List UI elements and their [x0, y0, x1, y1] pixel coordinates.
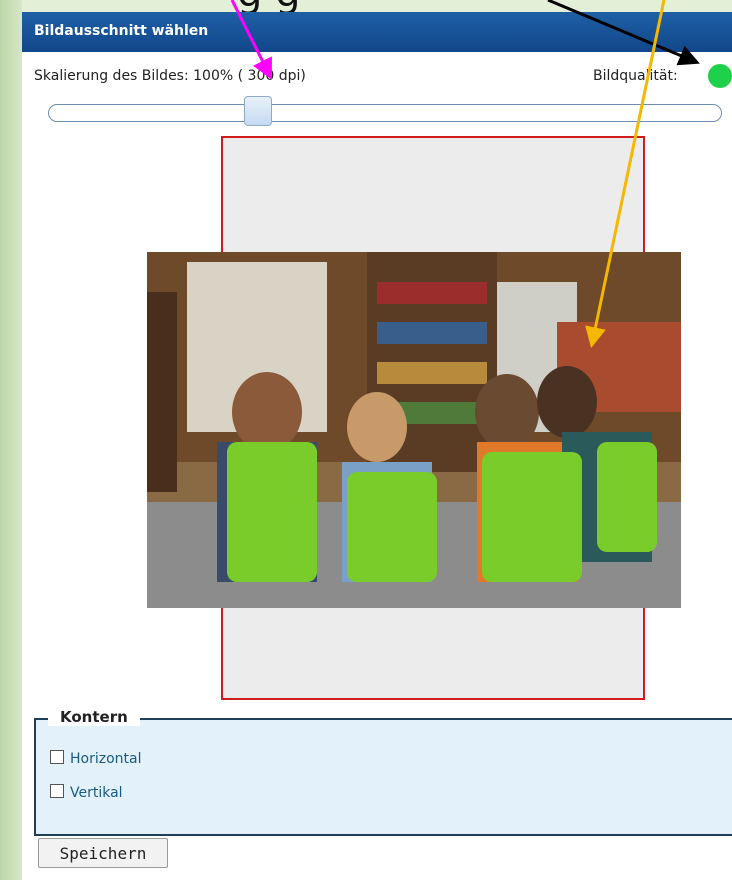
scale-label: Skalierung des Bildes: 100% ( 300 dpi) [34, 68, 306, 84]
annotation-area: g g [22, 0, 732, 16]
horizontal-label: Horizontal [70, 751, 142, 767]
crop-dialog: Bildausschnitt wählen Skalierung des Bil… [22, 12, 732, 880]
horizontal-checkbox[interactable] [50, 750, 64, 764]
vertical-label: Vertikal [70, 785, 123, 801]
scale-slider-track[interactable] [48, 104, 722, 122]
left-background-strip [0, 0, 22, 880]
scale-slider-handle[interactable] [244, 96, 272, 126]
quality-label: Bildqualität: [593, 68, 678, 84]
save-button[interactable]: Speichern [38, 838, 168, 868]
kontern-fieldset: Kontern Horizontal Vertikal [34, 708, 732, 836]
dialog-title: Bildausschnitt wählen [34, 23, 209, 39]
dialog-titlebar: Bildausschnitt wählen [22, 12, 732, 52]
vertical-checkbox[interactable] [50, 784, 64, 798]
kontern-legend: Kontern [48, 708, 140, 726]
quality-indicator-icon [708, 64, 732, 88]
library-photo[interactable] [147, 252, 681, 608]
vertical-option[interactable]: Vertikal [50, 784, 123, 801]
horizontal-option[interactable]: Horizontal [50, 750, 141, 767]
